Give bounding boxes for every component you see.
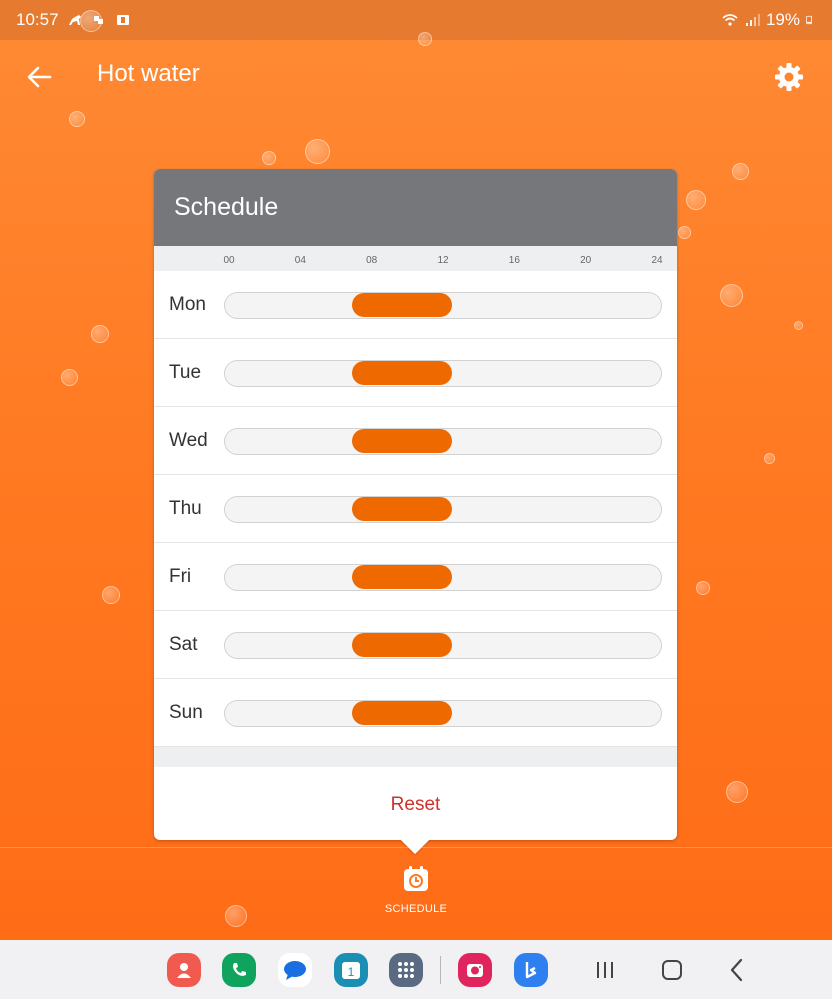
- bubble-decoration: [80, 10, 102, 32]
- schedule-track[interactable]: [224, 292, 662, 319]
- reset-button[interactable]: Reset: [154, 767, 677, 816]
- schedule-track[interactable]: [224, 496, 662, 523]
- back-arrow-icon[interactable]: [24, 62, 54, 92]
- bubble-decoration: [102, 586, 120, 604]
- day-label: Thu: [169, 498, 202, 519]
- schedule-slot[interactable]: [351, 361, 452, 385]
- day-row-mon: Mon: [154, 271, 677, 339]
- card-divider: [154, 747, 677, 767]
- day-row-thu: Thu: [154, 475, 677, 543]
- status-bar: 10:57 19%: [0, 0, 832, 40]
- bubble-decoration: [678, 226, 691, 239]
- card-pointer: [400, 825, 430, 855]
- hour-tick-12: 12: [437, 255, 449, 266]
- schedule-card: Schedule 00 04 08 12 16 20 24 Mon Tue Wed Thu Fri S…: [154, 169, 677, 855]
- battery-percent: 19%: [765, 10, 800, 29]
- contacts-app-icon[interactable]: [167, 953, 201, 987]
- schedule-slot[interactable]: [351, 565, 452, 589]
- messages-app-icon[interactable]: [278, 953, 312, 987]
- system-nav-bar: 1: [0, 940, 832, 999]
- bubble-decoration: [262, 151, 276, 165]
- bottom-divider: [0, 847, 832, 848]
- tab-schedule[interactable]: SCHEDULE: [372, 864, 460, 930]
- nav-separator: [440, 956, 441, 984]
- schedule-slot[interactable]: [351, 701, 452, 725]
- battery-icon: [806, 15, 812, 25]
- schedule-slot[interactable]: [351, 429, 452, 453]
- page-title: Hot water: [97, 60, 200, 87]
- calendar-app-icon[interactable]: 1: [334, 953, 368, 987]
- bubble-decoration: [61, 369, 78, 386]
- signal-icon: [745, 14, 760, 26]
- day-row-sat: Sat: [154, 611, 677, 679]
- hour-axis: 00 04 08 12 16 20 24: [154, 246, 677, 271]
- bubble-decoration: [794, 321, 803, 330]
- schedule-slot[interactable]: [351, 293, 452, 317]
- day-row-fri: Fri: [154, 543, 677, 611]
- bubble-decoration: [305, 139, 330, 164]
- schedule-slot[interactable]: [351, 633, 452, 657]
- day-label: Wed: [169, 430, 208, 451]
- hour-tick-16: 16: [508, 255, 520, 266]
- schedule-track[interactable]: [224, 632, 662, 659]
- day-label: Sun: [169, 702, 203, 723]
- bubble-decoration: [726, 781, 748, 803]
- bubble-decoration: [764, 453, 775, 464]
- day-label: Sat: [169, 634, 198, 655]
- hour-tick-20: 20: [580, 255, 592, 266]
- day-rows: Mon Tue Wed Thu Fri Sat Sun: [154, 271, 677, 747]
- hour-tick-24: 24: [651, 255, 663, 266]
- calendar-app-day: 1: [348, 965, 355, 979]
- phone-app-icon[interactable]: [222, 953, 256, 987]
- recents-button-icon[interactable]: [590, 955, 620, 985]
- status-time: 10:57: [16, 10, 59, 29]
- app-bar: Hot water: [0, 40, 832, 114]
- bubble-decoration: [686, 190, 706, 210]
- bubble-decoration: [696, 581, 710, 595]
- day-row-tue: Tue: [154, 339, 677, 407]
- hour-tick-08: 08: [366, 255, 378, 266]
- schedule-track[interactable]: [224, 428, 662, 455]
- bubble-decoration: [91, 325, 109, 343]
- gear-icon[interactable]: [772, 60, 806, 94]
- hour-tick-04: 04: [294, 255, 306, 266]
- tab-schedule-label: SCHEDULE: [384, 903, 448, 915]
- bubble-decoration: [225, 905, 247, 927]
- day-label: Fri: [169, 566, 192, 587]
- home-button-icon[interactable]: [657, 955, 687, 985]
- schedule-track[interactable]: [224, 700, 662, 727]
- day-row-wed: Wed: [154, 407, 677, 475]
- bing-app-icon[interactable]: [514, 953, 548, 987]
- apps-drawer-icon[interactable]: [389, 953, 423, 987]
- schedule-card-title: Schedule: [154, 169, 677, 246]
- calendar-clock-icon: [404, 866, 428, 891]
- schedule-slot[interactable]: [351, 497, 452, 521]
- day-label: Mon: [169, 294, 206, 315]
- notification-book-icon: [116, 15, 129, 25]
- day-row-sun: Sun: [154, 679, 677, 747]
- bubble-decoration: [732, 163, 749, 180]
- back-button-icon[interactable]: [722, 955, 752, 985]
- schedule-track[interactable]: [224, 360, 662, 387]
- camera-app-icon[interactable]: [458, 953, 492, 987]
- schedule-track[interactable]: [224, 564, 662, 591]
- day-label: Tue: [169, 362, 202, 383]
- wifi-icon: [722, 14, 738, 26]
- hour-tick-00: 00: [223, 255, 235, 266]
- bubble-decoration: [720, 284, 743, 307]
